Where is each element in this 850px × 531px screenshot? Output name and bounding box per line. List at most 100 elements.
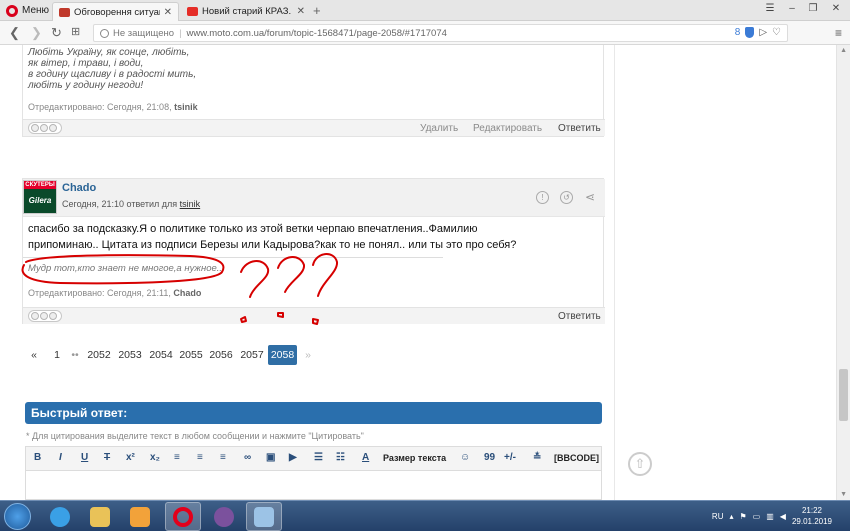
page-2056[interactable]: 2056 (207, 345, 235, 365)
back-button[interactable]: ❮ (9, 25, 20, 41)
edited-user[interactable]: Chado (173, 288, 201, 298)
subscript-button[interactable]: x₂ (150, 452, 160, 463)
page-1[interactable]: 1 (51, 345, 63, 365)
viber-icon (214, 506, 234, 527)
ie-icon (50, 506, 70, 527)
clear-format-icon[interactable]: ≛ (533, 452, 541, 463)
snap-icon[interactable]: ☰ (760, 0, 780, 16)
tab-discussion[interactable]: Обговорення ситуації в У ✕ (52, 2, 179, 21)
tray-arrow-icon[interactable]: ▴ (729, 512, 733, 521)
taskbar-explorer[interactable] (82, 502, 118, 531)
minimize-button[interactable]: – (782, 0, 802, 16)
youtube-favicon-icon (187, 7, 198, 16)
share-icon[interactable]: ⋖ (585, 190, 595, 204)
edited-user[interactable]: tsinik (174, 102, 198, 112)
start-button[interactable] (4, 503, 31, 530)
align-right-icon[interactable]: ≡ (220, 452, 226, 463)
close-icon[interactable]: ✕ (164, 7, 172, 18)
taskbar-paint[interactable] (246, 502, 282, 531)
image-icon[interactable]: ▣ (266, 452, 275, 463)
taskbar-ie[interactable] (42, 502, 78, 531)
close-icon[interactable]: ✕ (297, 6, 305, 17)
address-field[interactable]: Не защищено | www.moto.com.ua/forum/topi… (93, 24, 788, 42)
underline-button[interactable]: U (81, 452, 88, 463)
number-list-icon[interactable]: ☷ (336, 452, 345, 463)
opera-logo-icon (6, 4, 18, 17)
page-2053[interactable]: 2053 (116, 345, 144, 365)
reactions-icon[interactable] (28, 122, 62, 134)
volume-icon[interactable]: ◀ (780, 512, 786, 521)
battery-icon[interactable]: ▭ (753, 512, 761, 521)
language-indicator[interactable]: RU (712, 512, 724, 521)
bold-button[interactable]: B (34, 452, 41, 463)
quote-button[interactable]: 99 (484, 452, 495, 463)
strike-button[interactable]: T (104, 452, 110, 463)
emoji-icon[interactable]: ☺ (460, 452, 470, 463)
taskbar-viber[interactable] (206, 502, 242, 531)
bullet-list-icon[interactable]: ☰ (314, 452, 323, 463)
clock[interactable]: 21:22 29.01.2019 (792, 505, 832, 527)
page-2052[interactable]: 2052 (85, 345, 113, 365)
close-window-button[interactable]: ✕ (824, 0, 848, 16)
heart-icon[interactable]: ♡ (772, 27, 781, 38)
opera-menu-button[interactable]: Меню (2, 2, 55, 19)
reply-textarea[interactable] (25, 471, 602, 500)
reactions-icon[interactable] (28, 310, 62, 322)
network-icon[interactable]: ▥ (766, 512, 774, 521)
italic-button[interactable]: I (59, 452, 62, 463)
new-tab-button[interactable]: + (313, 3, 321, 18)
reply-link[interactable]: Ответить (558, 123, 601, 134)
info-icon[interactable] (100, 28, 109, 38)
delete-link[interactable]: Удалить (420, 123, 458, 134)
edited-note: Отредактировано: Сегодня, 21:11, Chado (28, 288, 202, 298)
page-next[interactable]: » (302, 345, 314, 365)
send-icon[interactable]: ▷ (759, 27, 767, 38)
speed-dial-icon[interactable]: ⊞ (71, 25, 80, 38)
font-size-select[interactable]: Размер текста (383, 453, 446, 463)
page-current[interactable]: 2058 (268, 345, 297, 365)
edit-link[interactable]: Редактировать (473, 123, 542, 134)
tab-title: Обговорення ситуації в У (74, 6, 160, 18)
align-left-icon[interactable]: ≡ (174, 452, 180, 463)
post-footer: Ответить (23, 307, 605, 324)
text-color-icon[interactable]: A (362, 452, 369, 463)
adblock-count: 8 (734, 27, 741, 38)
signature: Мудр тот,кто знает не многое,а нужное... (28, 263, 225, 274)
scrollbar-thumb[interactable] (839, 369, 848, 421)
tab-title: Новий старий КРАЗ. Исто (202, 6, 293, 17)
video-icon[interactable]: ▶ (289, 452, 297, 463)
post-tsinik: Любіть Україну, як сонце, любіть, як віт… (22, 45, 605, 137)
forward-button[interactable]: ❯ (31, 25, 42, 41)
taskbar-media[interactable] (122, 502, 158, 531)
page-2057[interactable]: 2057 (238, 345, 266, 365)
page-content: Любіть Україну, як сонце, любіть, як віт… (0, 45, 850, 500)
reload-button[interactable]: ↻ (51, 25, 62, 41)
username[interactable]: Chado (62, 182, 96, 194)
link-icon[interactable]: ∞ (244, 452, 251, 463)
spoiler-button[interactable]: +/- (504, 452, 516, 463)
superscript-button[interactable]: x² (126, 452, 135, 463)
post-body: спасибо за подсказку.Я о политике только… (28, 223, 517, 251)
page-2054[interactable]: 2054 (147, 345, 175, 365)
forum-favicon-icon (59, 7, 70, 17)
paint-icon (254, 506, 274, 527)
vertical-scrollbar[interactable]: ▲ ▼ (836, 45, 850, 500)
maximize-button[interactable]: ❐ (803, 0, 823, 16)
easy-setup-icon[interactable]: ≡ (835, 26, 842, 40)
reply-link[interactable]: Ответить (558, 311, 601, 322)
avatar[interactable]: СКУТЕРЫ Gilera (23, 180, 57, 214)
quote-icon[interactable]: ↺ (560, 191, 573, 204)
report-icon[interactable]: ! (536, 191, 549, 204)
opera-icon (173, 506, 193, 527)
page-2055[interactable]: 2055 (177, 345, 205, 365)
tab-kraz[interactable]: Новий старий КРАЗ. Исто ✕ (181, 2, 311, 21)
bbcode-button[interactable]: [BBCODE] (554, 453, 599, 463)
reply-to-user[interactable]: tsinik (180, 199, 201, 209)
url-text[interactable]: www.moto.com.ua/forum/topic-1568471/page… (187, 28, 447, 39)
flag-icon[interactable]: ⚑ (740, 512, 747, 521)
scroll-to-top-icon[interactable]: ⇧ (628, 452, 652, 476)
align-center-icon[interactable]: ≡ (197, 452, 203, 463)
taskbar-opera[interactable] (165, 502, 201, 531)
adblock-shield-icon[interactable] (745, 27, 755, 38)
page-first[interactable]: « (28, 345, 40, 365)
